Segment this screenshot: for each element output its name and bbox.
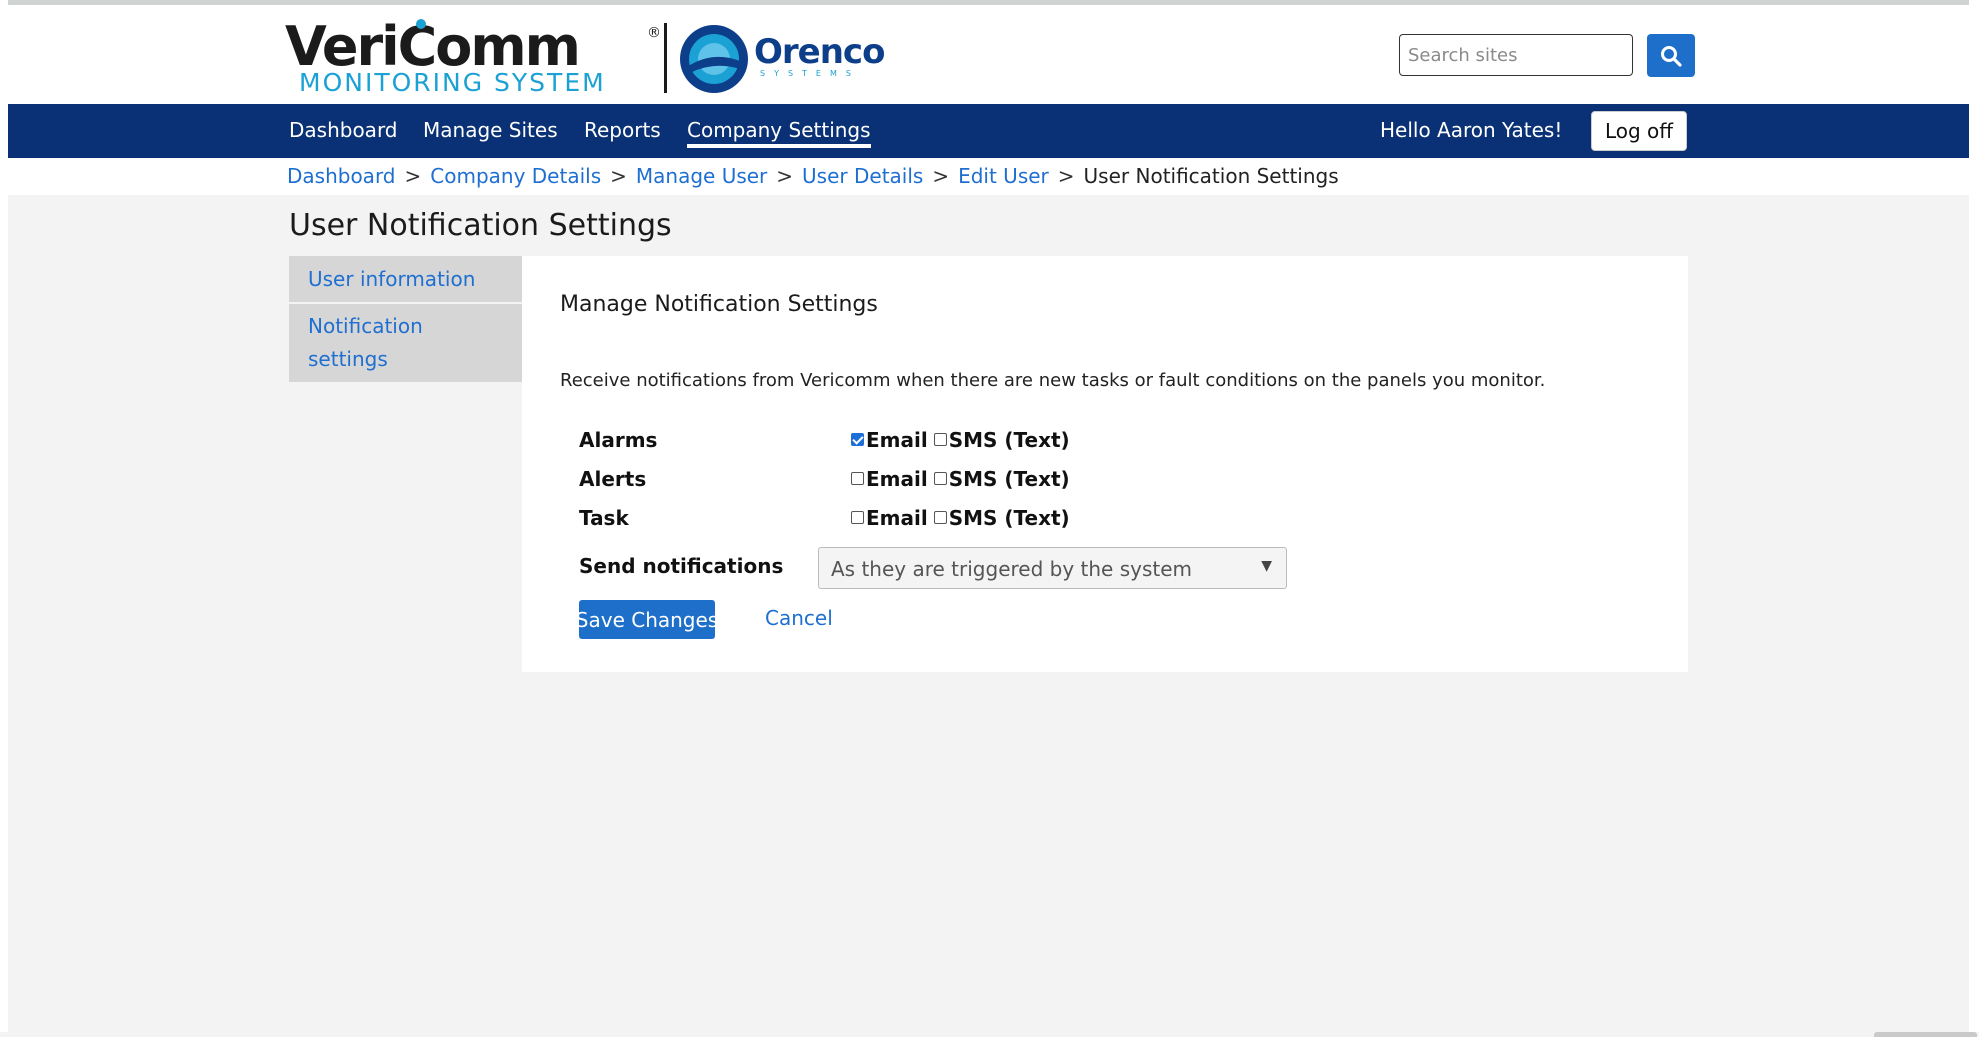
orenco-logo[interactable]: Orenco SYSTEMS <box>680 21 900 97</box>
header: VeriComm ® MONITORING SYSTEM Orenco SYST… <box>8 5 1969 104</box>
page-title: User Notification Settings <box>289 208 672 243</box>
user-greeting: Hello Aaron Yates! <box>1380 118 1563 142</box>
row-label-task: Task <box>579 506 629 530</box>
main-nav: Dashboard Manage Sites Reports Company S… <box>8 104 1969 158</box>
window-right-border <box>1969 0 1979 1032</box>
breadcrumb-bar: Dashboard > Company Details > Manage User > Us… <box>8 158 1969 195</box>
svg-text:MONITORING SYSTEM: MONITORING SYSTEM <box>299 68 606 97</box>
alerts-email-checkbox[interactable] <box>851 471 864 485</box>
row-label-alerts: Alerts <box>579 467 647 491</box>
notification-panel: Manage Notification Settings Receive not… <box>522 256 1688 672</box>
search-icon <box>1661 45 1682 67</box>
panel-description: Receive notifications from Vericomm when… <box>560 370 1546 391</box>
task-email-label[interactable]: Email <box>866 506 928 530</box>
breadcrumb-manage-user[interactable]: Manage User <box>636 164 767 188</box>
breadcrumb-company-details[interactable]: Company Details <box>430 164 601 188</box>
vericomm-logo[interactable]: VeriComm ® MONITORING SYSTEM <box>285 15 665 100</box>
task-options: Email SMS (Text) <box>851 506 1070 530</box>
alerts-sms-label[interactable]: SMS (Text) <box>949 467 1070 491</box>
log-off-button[interactable]: Log off <box>1591 111 1687 151</box>
breadcrumb-separator: > <box>404 164 422 188</box>
alerts-options: Email SMS (Text) <box>851 467 1070 491</box>
chevron-down-icon: ▼ <box>1261 558 1272 574</box>
corner-tab <box>1874 1032 1977 1037</box>
send-notifications-label: Send notifications <box>579 554 784 578</box>
cancel-link[interactable]: Cancel <box>765 606 833 630</box>
nav-reports[interactable]: Reports <box>584 118 661 142</box>
breadcrumb-user-details[interactable]: User Details <box>802 164 923 188</box>
svg-text:Orenco: Orenco <box>754 32 884 72</box>
settings-sidebar: User information Notification settings <box>289 256 522 382</box>
sidebar-item-user-information[interactable]: User information <box>289 256 522 302</box>
nav-manage-sites[interactable]: Manage Sites <box>423 118 558 142</box>
task-sms-label[interactable]: SMS (Text) <box>949 506 1070 530</box>
alerts-email-label[interactable]: Email <box>866 467 928 491</box>
page: VeriComm ® MONITORING SYSTEM Orenco SYST… <box>8 5 1977 1037</box>
task-sms-checkbox[interactable] <box>933 510 947 524</box>
search-group <box>1399 34 1706 78</box>
save-changes-button[interactable]: Save Changes <box>576 600 718 639</box>
svg-text:SYSTEMS: SYSTEMS <box>760 69 860 78</box>
send-notifications-select[interactable]: As they are triggered by the system ▼ <box>818 547 1287 589</box>
alarms-sms-label[interactable]: SMS (Text) <box>949 428 1070 452</box>
breadcrumb-edit-user[interactable]: Edit User <box>958 164 1049 188</box>
alerts-sms-checkbox[interactable] <box>933 471 947 485</box>
alarms-options: Email SMS (Text) <box>851 428 1070 452</box>
send-notifications-value: As they are triggered by the system <box>831 557 1193 581</box>
window-left-border <box>0 0 8 1032</box>
logo-divider <box>664 23 667 93</box>
sidebar-item-notification-settings[interactable]: Notification settings <box>289 304 522 382</box>
task-email-checkbox[interactable] <box>851 510 864 524</box>
breadcrumb-separator: > <box>1057 164 1075 188</box>
breadcrumb: Dashboard > Company Details > Manage User > Us… <box>287 164 1339 188</box>
logo-dot <box>416 19 426 29</box>
breadcrumb-separator: > <box>610 164 627 188</box>
alarms-email-checkbox[interactable] <box>851 432 864 446</box>
row-label-alarms: Alarms <box>579 428 658 452</box>
nav-dashboard[interactable]: Dashboard <box>289 118 398 142</box>
svg-text:®: ® <box>647 25 661 41</box>
breadcrumb-separator: > <box>776 164 794 188</box>
breadcrumb-current: User Notification Settings <box>1083 164 1339 188</box>
nav-company-settings[interactable]: Company Settings <box>687 118 871 148</box>
alarms-sms-checkbox[interactable] <box>933 432 947 446</box>
panel-title: Manage Notification Settings <box>560 292 878 317</box>
search-input[interactable] <box>1399 34 1633 76</box>
breadcrumb-separator: > <box>932 164 950 188</box>
alarms-email-label[interactable]: Email <box>866 428 928 452</box>
breadcrumb-dashboard[interactable]: Dashboard <box>287 164 396 188</box>
search-button[interactable] <box>1647 34 1695 77</box>
